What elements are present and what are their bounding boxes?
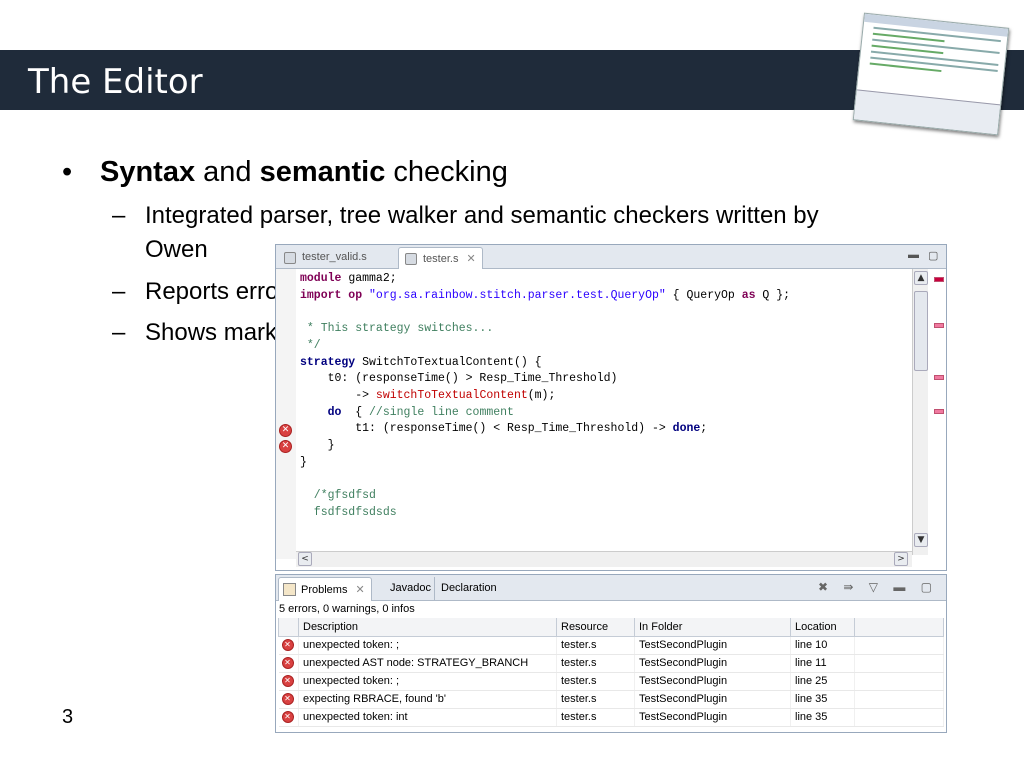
code-line: }: [300, 456, 307, 469]
header-filler: [854, 618, 944, 637]
problem-folder: TestSecondPlugin: [634, 654, 791, 673]
problem-description: expecting RBRACE, found 'b': [298, 690, 557, 709]
code-line: t0: (responseTime() > Resp_Time_Threshol…: [300, 372, 618, 385]
horizontal-scrollbar[interactable]: < >: [296, 551, 912, 567]
problem-folder: TestSecondPlugin: [634, 690, 791, 709]
problem-resource: tester.s: [556, 708, 635, 727]
scroll-up-icon[interactable]: ▲: [914, 271, 928, 285]
scroll-thumb[interactable]: [914, 291, 928, 371]
code-line: import op "org.sa.rainbow.stitch.parser.…: [300, 289, 791, 302]
error-icon: ✕: [281, 711, 294, 724]
table-row[interactable]: ✕ unexpected AST node: STRATEGY_BRANCH t…: [278, 654, 944, 673]
column-in-folder[interactable]: In Folder: [634, 618, 791, 637]
code-area[interactable]: module gamma2; import op "org.sa.rainbow…: [300, 271, 910, 553]
problem-description: unexpected token: ;: [298, 636, 557, 655]
problem-description: unexpected AST node: STRATEGY_BRANCH: [298, 654, 557, 673]
problem-location: line 10: [790, 636, 855, 655]
error-marker-icon[interactable]: ✕: [279, 424, 292, 437]
table-row[interactable]: ✕ unexpected token: int tester.s TestSec…: [278, 708, 944, 727]
overview-ruler[interactable]: [930, 269, 946, 555]
minimize-icon[interactable]: ▬: [908, 249, 919, 261]
problems-tab-bar: Problems ✕ Javadoc Declaration ✖ ⇛ ▽ ▬ ▢: [276, 575, 946, 601]
code-line: */: [300, 339, 321, 352]
code-line: }: [300, 439, 335, 452]
problem-location: line 35: [790, 690, 855, 709]
problems-summary: 5 errors, 0 warnings, 0 infos: [279, 603, 415, 615]
code-line: module gamma2;: [300, 272, 397, 285]
problem-description: unexpected token: ;: [298, 672, 557, 691]
view-toolbar-icons[interactable]: ✖ ⇛ ▽ ▬ ▢: [818, 580, 938, 594]
problem-location: line 35: [790, 708, 855, 727]
problem-folder: TestSecondPlugin: [634, 636, 791, 655]
maximize-icon[interactable]: ▢: [928, 249, 938, 262]
problem-location: line 11: [790, 654, 855, 673]
tab-tester-valid[interactable]: tester_valid.s: [278, 247, 373, 269]
table-row[interactable]: ✕ unexpected token: ; tester.s TestSecon…: [278, 672, 944, 691]
error-summary-marker[interactable]: [934, 277, 944, 282]
tab-declaration[interactable]: Declaration: [434, 577, 503, 601]
table-row[interactable]: ✕ unexpected token: ; tester.s TestSecon…: [278, 636, 944, 655]
error-icon: ✕: [281, 639, 294, 652]
problems-table[interactable]: Description Resource In Folder Location …: [278, 618, 944, 727]
close-icon[interactable]: ✕: [466, 253, 475, 265]
bullet-main-text: Syntax and semantic checking: [100, 156, 508, 188]
problem-resource: tester.s: [556, 654, 635, 673]
problem-folder: TestSecondPlugin: [634, 708, 791, 727]
error-icon: ✕: [281, 693, 294, 706]
problems-view[interactable]: Problems ✕ Javadoc Declaration ✖ ⇛ ▽ ▬ ▢ …: [275, 574, 947, 733]
tab-tester[interactable]: tester.s ✕: [398, 247, 483, 269]
column-description[interactable]: Description: [298, 618, 557, 637]
scroll-down-icon[interactable]: ▼: [914, 533, 928, 547]
overview-error-marker[interactable]: [934, 375, 944, 380]
ide-thumbnail-image: [852, 12, 1010, 136]
problem-description: unexpected token: int: [298, 708, 557, 727]
code-line: strategy SwitchToTextualContent() {: [300, 356, 542, 369]
tab-problems[interactable]: Problems ✕: [278, 577, 372, 601]
problems-icon: [283, 583, 296, 596]
error-icon: ✕: [281, 657, 294, 670]
bullet-dot: •: [62, 156, 73, 188]
problem-resource: tester.s: [556, 636, 635, 655]
tab-javadoc[interactable]: Javadoc: [384, 577, 437, 601]
code-line: * This strategy switches...: [300, 322, 494, 335]
error-icon: ✕: [281, 675, 294, 688]
problem-folder: TestSecondPlugin: [634, 672, 791, 691]
file-icon: [405, 253, 417, 265]
problem-location: line 25: [790, 672, 855, 691]
scroll-left-icon[interactable]: <: [298, 552, 312, 566]
header-icon-col: [278, 618, 299, 637]
code-line: do { //single line comment: [300, 406, 514, 419]
table-header-row: Description Resource In Folder Location: [278, 618, 944, 637]
problem-resource: tester.s: [556, 672, 635, 691]
code-line: t1: (responseTime() < Resp_Time_Threshol…: [300, 422, 708, 435]
scroll-right-icon[interactable]: >: [894, 552, 908, 566]
code-line: /*gfsdfsd: [300, 489, 376, 502]
close-icon[interactable]: ✕: [355, 584, 364, 596]
code-line: fsdfsdfsdsds: [300, 506, 397, 519]
slide-title: The Editor: [28, 62, 203, 102]
editor-tab-bar: tester_valid.s tester.s ✕ ▬ ▢: [276, 245, 946, 269]
editor-gutter[interactable]: ✕ ✕: [276, 269, 296, 559]
error-marker-icon[interactable]: ✕: [279, 440, 292, 453]
column-resource[interactable]: Resource: [556, 618, 635, 637]
column-location[interactable]: Location: [790, 618, 855, 637]
problem-resource: tester.s: [556, 690, 635, 709]
overview-error-marker[interactable]: [934, 409, 944, 414]
code-editor[interactable]: tester_valid.s tester.s ✕ ▬ ▢ ✕ ✕ module …: [275, 244, 947, 571]
code-line: -> switchToTextualContent(m);: [300, 389, 556, 402]
overview-error-marker[interactable]: [934, 323, 944, 328]
vertical-scrollbar[interactable]: ▲ ▼: [912, 269, 928, 555]
file-icon: [284, 252, 296, 264]
slide-page-number: 3: [62, 706, 74, 728]
table-row[interactable]: ✕ expecting RBRACE, found 'b' tester.s T…: [278, 690, 944, 709]
